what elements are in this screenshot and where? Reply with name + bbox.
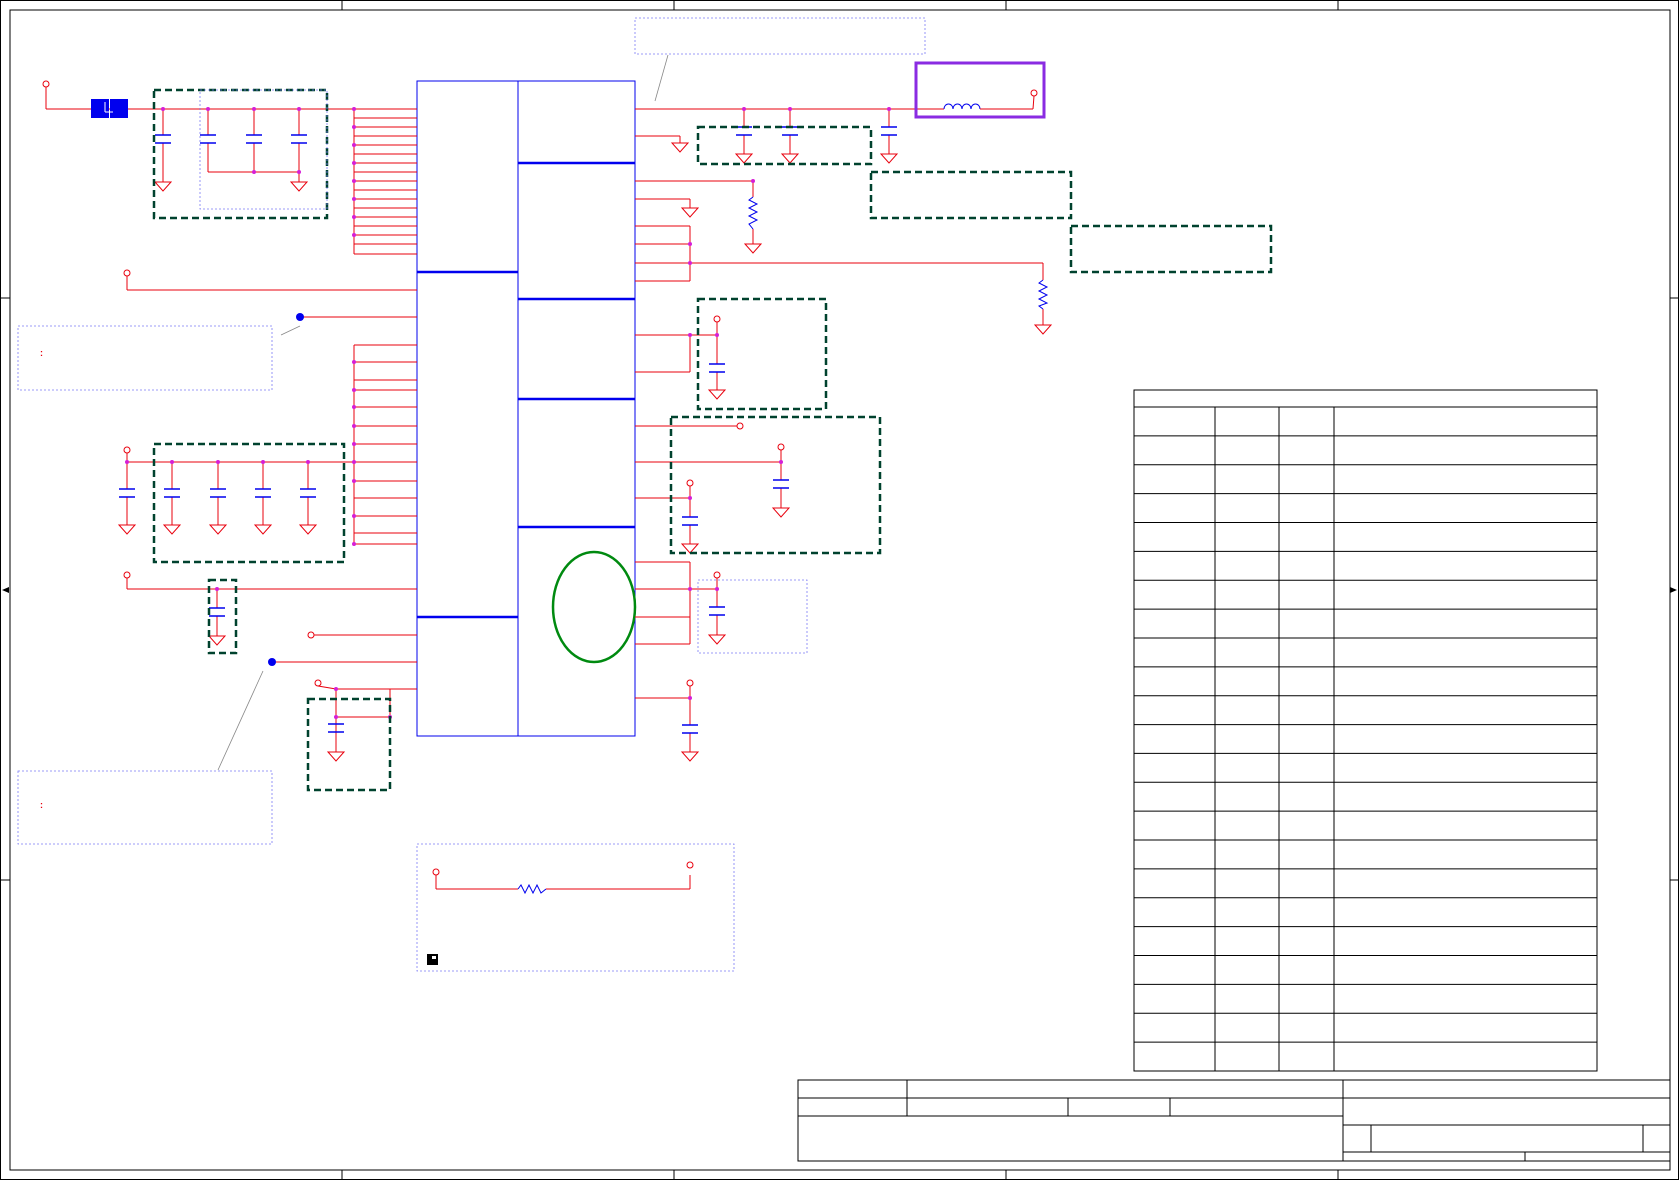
zone-arrow-icon	[2, 587, 1677, 593]
resistor-icon[interactable]	[517, 196, 1049, 895]
ground-symbol-icon	[117, 142, 1053, 762]
inductor-icon[interactable]	[916, 103, 1033, 110]
main-ic[interactable]	[416, 80, 636, 737]
schematic-sheet: : :	[0, 0, 1679, 1180]
component-group-box	[152, 88, 1273, 792]
note-marker: : :	[40, 348, 43, 810]
title-block	[797, 1079, 1671, 1162]
right-pin-wires	[217, 54, 1044, 890]
sheet-border	[0, 0, 1679, 1180]
svg-text::: :	[40, 348, 43, 358]
power-port-icon	[42, 80, 1038, 876]
svg-text::: :	[40, 800, 43, 810]
junction-dots	[125, 107, 891, 719]
parts-table	[1133, 389, 1598, 1072]
highlight-ellipse	[551, 550, 637, 664]
logo-icon	[427, 954, 438, 965]
test-point-icon[interactable]	[268, 313, 304, 666]
